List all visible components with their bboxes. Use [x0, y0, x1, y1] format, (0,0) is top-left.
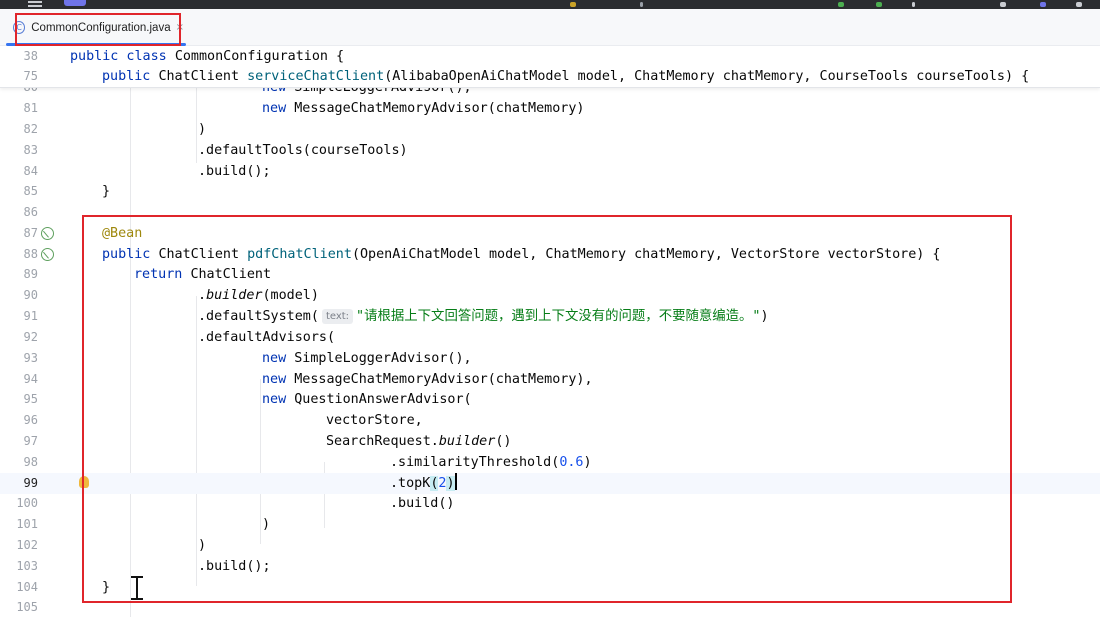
code-line: 93 new SimpleLoggerAdvisor(),	[23, 351, 472, 366]
code-line: 91 .defaultSystem(text: "请根据上下文回答问题，遇到上下文…	[23, 309, 769, 324]
code-line: 102 )	[16, 538, 207, 553]
code-line: 97 SearchRequest.builder()	[23, 434, 512, 449]
more-icon[interactable]	[912, 2, 915, 7]
title-bar	[0, 0, 1100, 9]
sticky-scroll-header[interactable]: 38 public class CommonConfiguration { 75…	[0, 46, 1100, 88]
search-everywhere-icon[interactable]	[1000, 2, 1006, 7]
spring-bean-navigate-icon[interactable]	[41, 248, 54, 261]
code-line: 92 .defaultAdvisors(	[23, 330, 336, 345]
code-line: 85 }	[23, 184, 111, 199]
code-line: 81 new MessageChatMemoryAdvisor(chatMemo…	[23, 101, 585, 116]
java-class-icon: C	[13, 21, 26, 34]
code-line: 89 return ChatClient	[23, 267, 272, 282]
spring-bean-icon[interactable]	[41, 227, 54, 240]
sticky-line[interactable]: 75 public ChatClient serviceChatClient(A…	[0, 66, 1100, 87]
text-caret	[454, 473, 457, 490]
text-cursor-icon	[130, 575, 144, 601]
code-line: 90 .builder(model)	[23, 288, 319, 303]
code-line: 88 public ChatClient pdfChatClient(OpenA…	[23, 247, 941, 262]
parameter-hint: text:	[321, 309, 354, 324]
code-line: 94 new MessageChatMemoryAdvisor(chatMemo…	[23, 372, 593, 387]
code-line: 96 vectorStore,	[23, 413, 423, 428]
close-icon[interactable]: ×	[176, 22, 184, 33]
code-line: 84 .build();	[23, 164, 271, 179]
lightbulb-icon[interactable]	[79, 476, 89, 488]
code-line: 86	[23, 205, 38, 219]
code-line: 83 .defaultTools(courseTools)	[23, 143, 408, 158]
code-line: 82 )	[23, 122, 207, 137]
code-line: 105	[16, 600, 38, 614]
debug-icon[interactable]	[876, 2, 882, 7]
toolbar-icon[interactable]	[570, 2, 576, 7]
settings-icon[interactable]	[1076, 2, 1082, 7]
run-icon[interactable]	[838, 2, 844, 7]
sticky-line[interactable]: 38 public class CommonConfiguration {	[0, 46, 1100, 67]
code-line-current: 99 .topK(2)	[0, 473, 1100, 494]
toolbar-icon[interactable]	[640, 2, 643, 7]
ai-assistant-icon[interactable]	[1040, 2, 1046, 7]
code-line: 101 )	[16, 517, 271, 532]
code-line: 98 .similarityThreshold(0.6)	[23, 455, 592, 470]
editor-tab-bar: C CommonConfiguration.java ×	[0, 9, 1100, 46]
code-line: 100 .build()	[16, 496, 455, 511]
main-menu-icon[interactable]	[28, 1, 42, 3]
code-line: 87 @Bean	[23, 226, 143, 241]
code-line: 103 .build();	[16, 559, 271, 574]
tab-label: CommonConfiguration.java	[31, 21, 171, 34]
code-line: 104 }	[16, 580, 111, 595]
code-line: 95 new QuestionAnswerAdvisor(	[23, 392, 472, 407]
project-badge-icon[interactable]	[64, 0, 86, 6]
tab-common-configuration[interactable]: C CommonConfiguration.java ×	[8, 11, 184, 44]
code-editor[interactable]: 80 new SimpleLoggerAdvisor(), 81 new Mes…	[0, 46, 1100, 617]
